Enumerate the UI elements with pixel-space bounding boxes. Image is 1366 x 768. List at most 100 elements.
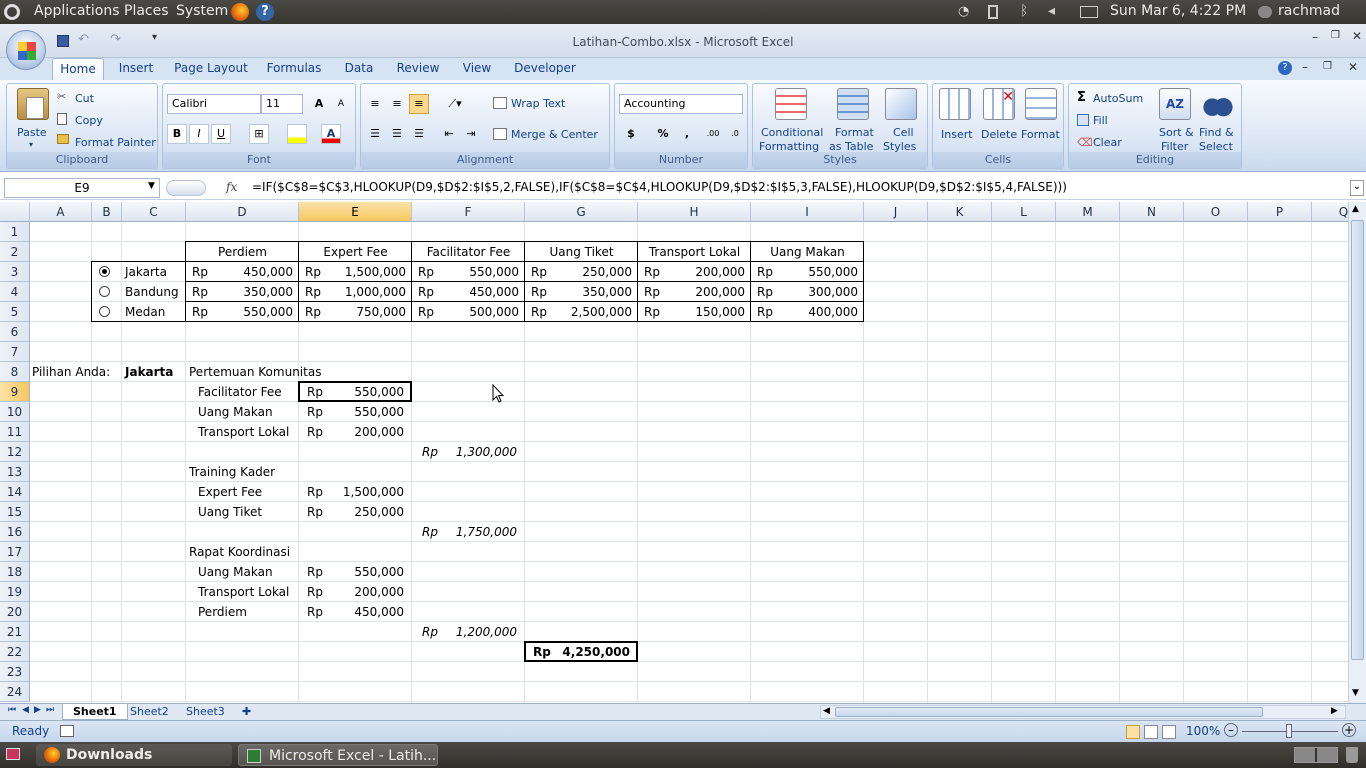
row-header-8[interactable]: 8 (0, 362, 30, 382)
row-header-6[interactable]: 6 (0, 322, 30, 342)
shrink-font-icon[interactable]: A (331, 94, 351, 114)
show-desktop-icon[interactable] (6, 748, 20, 760)
align-right-icon[interactable]: ☰ (409, 124, 429, 144)
prev-sheet-icon[interactable]: ◀ (22, 705, 29, 715)
row-header-16[interactable]: 16 (0, 522, 30, 542)
copy-button[interactable]: Copy (75, 114, 103, 127)
first-sheet-icon[interactable]: ⏮ (8, 705, 16, 715)
row-header-3[interactable]: 3 (0, 262, 30, 282)
item-value-cell[interactable]: 200,000 (307, 582, 404, 602)
row-header-13[interactable]: 13 (0, 462, 30, 482)
percent-button[interactable]: % (653, 124, 673, 144)
row-header-20[interactable]: 20 (0, 602, 30, 622)
horizontal-scrollbar[interactable]: ◀ ▶ (820, 705, 1346, 719)
row-header-15[interactable]: 15 (0, 502, 30, 522)
item-value-cell[interactable]: 200,000 (307, 422, 404, 442)
scroll-down-icon[interactable]: ▼ (1352, 688, 1359, 698)
row-header-2[interactable]: 2 (0, 242, 30, 262)
wrap-text-button[interactable]: Wrap Text (511, 97, 565, 110)
taskbar-excel[interactable]: Microsoft Excel - Latih... (238, 744, 438, 766)
restore-workbook-icon[interactable]: ❐ (1323, 61, 1332, 72)
row-header-21[interactable]: 21 (0, 622, 30, 642)
chat-icon[interactable] (1258, 6, 1272, 18)
vertical-scroll-thumb[interactable] (1351, 220, 1364, 660)
zoom-level[interactable]: 100% (1186, 724, 1220, 738)
font-color-icon[interactable]: A (321, 124, 341, 144)
system-menu[interactable]: System (176, 3, 228, 19)
insert-cells-icon[interactable] (939, 88, 971, 120)
format-painter-icon[interactable] (57, 134, 69, 144)
section-title-cell[interactable]: Pertemuan Komunitas (189, 362, 403, 382)
section-title-cell[interactable]: Rapat Koordinasi (189, 542, 403, 562)
sheet-tab-sheet2[interactable]: Sheet2 (120, 704, 179, 720)
column-header-E[interactable]: E (299, 202, 412, 222)
formula-divider-handle[interactable] (166, 180, 206, 196)
comma-button[interactable]: , (677, 124, 697, 144)
item-name-cell[interactable]: Facilitator Fee (198, 382, 287, 402)
tab-home[interactable]: Home (52, 58, 104, 80)
align-bottom-icon[interactable]: ≡ (409, 94, 429, 114)
merge-center-button[interactable]: Merge & Center (511, 128, 598, 141)
column-header-H[interactable]: H (638, 202, 751, 222)
item-name-cell[interactable]: Uang Tiket (198, 502, 287, 522)
macro-record-icon[interactable] (60, 725, 74, 737)
bold-button[interactable]: B (167, 124, 187, 144)
row-header-14[interactable]: 14 (0, 482, 30, 502)
fill-color-icon[interactable] (287, 124, 307, 144)
format-cells-button[interactable]: Format (1021, 128, 1060, 141)
row-header-4[interactable]: 4 (0, 282, 30, 302)
paste-button[interactable]: Paste (17, 126, 47, 139)
user-menu[interactable]: rachmad (1278, 3, 1340, 19)
column-header-Q[interactable]: Q (1312, 202, 1348, 222)
tab-developer[interactable]: Developer (510, 58, 580, 80)
insert-sheet-icon[interactable]: ✚ (232, 704, 261, 720)
column-header-L[interactable]: L (992, 202, 1056, 222)
row-header-24[interactable]: 24 (0, 682, 30, 702)
places-menu[interactable]: Places (124, 3, 169, 19)
currency-button[interactable]: $ (621, 124, 641, 144)
subtotal-cell[interactable]: 1,200,000 (420, 622, 517, 642)
decrease-decimal-icon[interactable]: .0 (725, 124, 745, 144)
workspace-switcher[interactable] (1294, 747, 1338, 763)
item-name-cell[interactable]: Perdiem (198, 602, 287, 622)
tab-insert[interactable]: Insert (112, 58, 160, 80)
row-header-7[interactable]: 7 (0, 342, 30, 362)
align-center-icon[interactable]: ☰ (387, 124, 407, 144)
font-size-combo[interactable]: 11 (261, 94, 303, 114)
battery-icon[interactable] (988, 5, 998, 19)
expand-formula-bar-icon[interactable]: ⌄ (1350, 180, 1364, 196)
conditional-formatting-label-1[interactable]: Conditional (761, 126, 823, 139)
column-header-M[interactable]: M (1056, 202, 1120, 222)
section-title-cell[interactable]: Training Kader (189, 462, 403, 482)
zoom-out-icon[interactable]: – (1224, 723, 1238, 737)
horizontal-scroll-thumb[interactable] (835, 707, 1263, 717)
find-select-label-1[interactable]: Find & (1199, 126, 1234, 139)
name-box-dropdown-icon[interactable]: ▼ (148, 181, 155, 191)
tab-review[interactable]: Review (392, 58, 444, 80)
item-value-cell[interactable]: 250,000 (307, 502, 404, 522)
applications-menu[interactable]: Applications (34, 3, 120, 19)
cut-icon[interactable]: ✂ (57, 90, 66, 103)
delete-cells-icon[interactable]: ✕ (983, 88, 1015, 120)
sheet-tab-sheet1[interactable]: Sheet1 (62, 704, 128, 720)
office-button[interactable] (6, 30, 46, 70)
ubuntu-logo-icon[interactable] (4, 4, 20, 20)
row-header-11[interactable]: 11 (0, 422, 30, 442)
item-value-cell[interactable]: 1,500,000 (307, 482, 404, 502)
grow-font-icon[interactable]: A (309, 94, 329, 114)
item-name-cell[interactable]: Transport Lokal (198, 582, 289, 602)
underline-button[interactable]: U (211, 124, 231, 144)
row-header-22[interactable]: 22 (0, 642, 30, 662)
autosum-button[interactable]: AutoSum (1093, 92, 1143, 105)
cut-button[interactable]: Cut (75, 92, 94, 105)
column-header-I[interactable]: I (751, 202, 864, 222)
tab-page-layout[interactable]: Page Layout (172, 58, 250, 80)
row-header-19[interactable]: 19 (0, 582, 30, 602)
scroll-up-icon[interactable]: ▲ (1352, 204, 1359, 214)
row-header-12[interactable]: 12 (0, 442, 30, 462)
clear-button[interactable]: Clear (1093, 136, 1122, 149)
column-header-F[interactable]: F (412, 202, 525, 222)
insert-cells-button[interactable]: Insert (941, 128, 973, 141)
column-header-B[interactable]: B (92, 202, 122, 222)
increase-decimal-icon[interactable]: .00 (703, 124, 723, 144)
